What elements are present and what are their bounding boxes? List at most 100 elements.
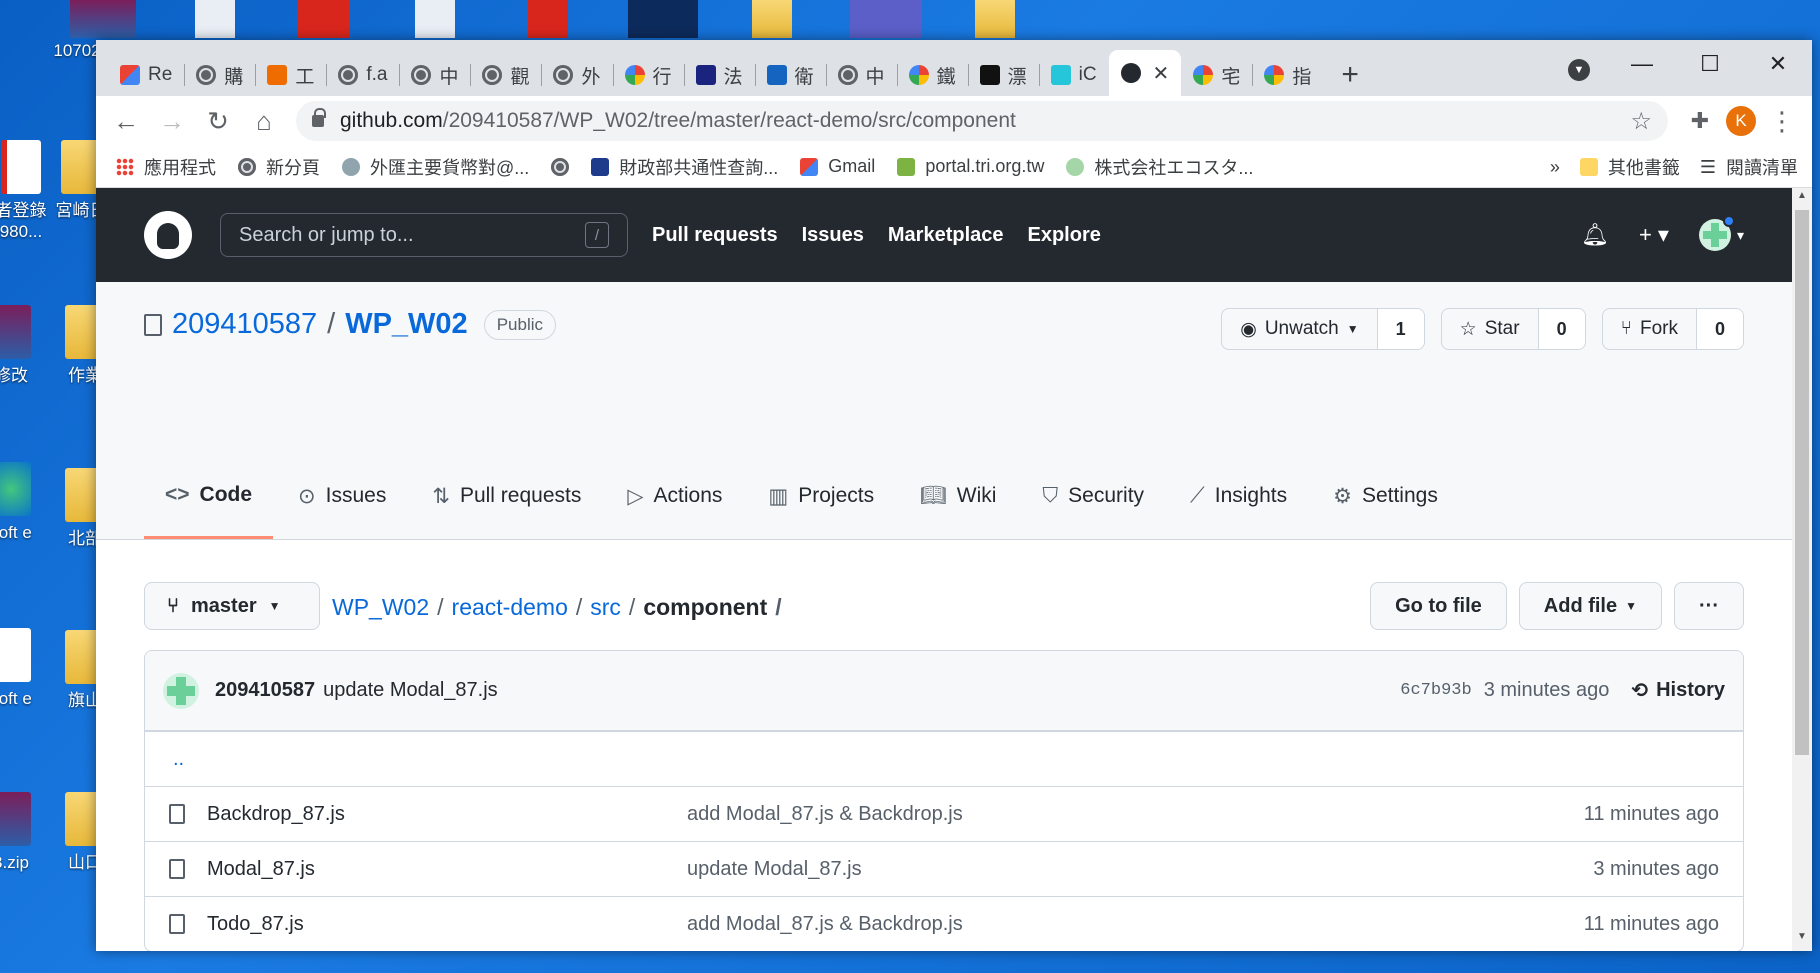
- address-bar[interactable]: github.com/209410587/WP_W02/tree/master/…: [296, 101, 1668, 141]
- commit-message[interactable]: update Modal_87.js: [323, 679, 498, 702]
- history-link[interactable]: ⟲ History: [1631, 678, 1725, 703]
- browser-tab[interactable]: 漂: [967, 54, 1039, 96]
- commit-author-avatar[interactable]: [163, 672, 199, 709]
- maximize-icon[interactable]: ☐: [1676, 46, 1744, 82]
- menu-icon[interactable]: ⋮: [1762, 101, 1802, 141]
- repo-owner-link[interactable]: 209410587: [172, 308, 317, 341]
- desktop-top-icon-folder[interactable]: [752, 0, 792, 38]
- nav-marketplace[interactable]: Marketplace: [888, 224, 1004, 247]
- notifications-bell-icon[interactable]: 🔔︎: [1581, 222, 1609, 248]
- desktop-icon[interactable]: 3.zip: [0, 792, 46, 873]
- reload-icon[interactable]: ↻: [198, 101, 238, 141]
- tab-issues[interactable]: ⊙ Issues: [277, 479, 407, 539]
- tab-search-icon[interactable]: ▼: [1568, 59, 1590, 81]
- browser-tab[interactable]: 鐵: [896, 54, 968, 96]
- watch-count[interactable]: 1: [1377, 309, 1424, 349]
- page-scrollbar[interactable]: ▲ ▼: [1792, 188, 1812, 951]
- tab-security[interactable]: ⛉ Security: [1021, 479, 1165, 539]
- tab-pull-requests[interactable]: ⇅ Pull requests: [411, 479, 602, 539]
- commit-author[interactable]: 209410587: [215, 679, 315, 702]
- close-tab-icon[interactable]: ✕: [1153, 61, 1170, 86]
- fork-count[interactable]: 0: [1696, 309, 1743, 349]
- user-menu[interactable]: ▾: [1698, 215, 1744, 251]
- create-new-icon[interactable]: + ▾: [1639, 222, 1669, 248]
- browser-tab[interactable]: 衛: [754, 54, 826, 96]
- other-bookmarks[interactable]: 其他書籤: [1579, 154, 1680, 180]
- file-commit-message[interactable]: add Modal_87.js & Backdrop.js: [687, 803, 963, 826]
- parent-directory-row[interactable]: ..: [145, 731, 1743, 786]
- branch-select-button[interactable]: ⑂ master ▼: [144, 582, 320, 630]
- minimize-icon[interactable]: —: [1608, 46, 1676, 82]
- github-logo-icon[interactable]: [144, 211, 192, 259]
- close-window-icon[interactable]: ✕: [1744, 46, 1812, 82]
- tab-code[interactable]: <> Code: [144, 479, 274, 539]
- browser-tab[interactable]: Re: [108, 54, 184, 96]
- browser-tab[interactable]: f.a: [326, 54, 399, 96]
- browser-tab[interactable]: 行: [612, 54, 684, 96]
- new-tab-button[interactable]: +: [1323, 54, 1377, 96]
- bookmark-star-icon[interactable]: ☆: [1630, 107, 1652, 136]
- file-name[interactable]: Backdrop_87.js: [207, 803, 687, 826]
- browser-tab[interactable]: 購: [184, 54, 255, 96]
- extensions-icon[interactable]: ✚: [1680, 101, 1720, 141]
- desktop-icon[interactable]: 修改: [0, 305, 46, 386]
- tab-projects[interactable]: ▥ Projects: [747, 479, 895, 539]
- desktop-top-icon-pdf[interactable]: [298, 0, 350, 38]
- tab-insights[interactable]: ⟋ Insights: [1169, 479, 1308, 539]
- browser-tab[interactable]: 指: [1252, 54, 1323, 96]
- desktop-top-icon-folder2[interactable]: [975, 0, 1015, 38]
- nav-issues[interactable]: Issues: [802, 224, 864, 247]
- browser-tab[interactable]: 法: [683, 54, 755, 96]
- add-file-button[interactable]: Add file ▼: [1518, 582, 1663, 630]
- nav-explore[interactable]: Explore: [1028, 224, 1101, 247]
- fork-button[interactable]: ⑂ Fork: [1603, 309, 1697, 349]
- bookmark-item[interactable]: portal.tri.org.tw: [897, 156, 1044, 177]
- repo-name-link[interactable]: WP_W02: [345, 308, 467, 341]
- bookmark-item[interactable]: 外匯主要貨幣對@...: [342, 154, 529, 180]
- bookmarks-overflow-icon[interactable]: »: [1550, 157, 1560, 178]
- desktop-top-icon-teams[interactable]: [850, 0, 922, 38]
- nav-pull-requests[interactable]: Pull requests: [652, 224, 778, 247]
- desktop-icon[interactable]: soft e: [0, 462, 46, 543]
- browser-tab[interactable]: 觀: [470, 54, 541, 96]
- desktop-top-icon-doc[interactable]: [528, 0, 568, 38]
- star-count[interactable]: 0: [1538, 309, 1585, 349]
- search-input[interactable]: Search or jump to... /: [220, 213, 628, 257]
- bookmark-item[interactable]: 株式会社エコスタ...: [1066, 154, 1253, 180]
- bookmark-apps[interactable]: 應用程式: [116, 154, 216, 180]
- star-button[interactable]: ☆ Star: [1442, 309, 1539, 349]
- browser-tab[interactable]: iC: [1038, 54, 1109, 96]
- tab-actions[interactable]: ▷ Actions: [606, 479, 743, 539]
- browser-tab[interactable]: 中: [399, 54, 470, 96]
- back-icon[interactable]: ←: [106, 101, 146, 141]
- tab-wiki[interactable]: 📖︎ Wiki: [899, 479, 1017, 539]
- scroll-down-icon[interactable]: ▼: [1792, 931, 1812, 949]
- profile-avatar[interactable]: K: [1726, 106, 1756, 136]
- desktop-top-icon-file2[interactable]: [415, 0, 455, 38]
- browser-tab[interactable]: 工: [255, 54, 326, 96]
- commit-sha[interactable]: 6c7b93b: [1400, 681, 1471, 700]
- browser-tab[interactable]: 宅: [1181, 54, 1252, 96]
- bookmark-item[interactable]: 新分頁: [238, 154, 320, 180]
- bookmark-item[interactable]: [551, 157, 570, 176]
- more-options-button[interactable]: ···: [1674, 582, 1744, 630]
- file-name[interactable]: Modal_87.js: [207, 858, 687, 881]
- unwatch-button[interactable]: ◉ Unwatch ▼: [1222, 309, 1378, 349]
- bookmark-item[interactable]: 財政部共通性查詢...: [591, 154, 778, 180]
- browser-tab-active[interactable]: ✕: [1108, 50, 1182, 96]
- browser-tab[interactable]: 中: [825, 54, 897, 96]
- scroll-up-icon[interactable]: ▲: [1792, 190, 1812, 208]
- desktop-top-icon-app[interactable]: [628, 0, 698, 38]
- desktop-top-icon-winrar[interactable]: [70, 0, 136, 38]
- browser-tab[interactable]: 外: [541, 54, 612, 96]
- desktop-top-icon-file[interactable]: [195, 0, 235, 38]
- breadcrumb-repo[interactable]: WP_W02: [332, 594, 429, 621]
- breadcrumb-react-demo[interactable]: react-demo: [452, 594, 568, 621]
- parent-directory-link[interactable]: ..: [173, 748, 184, 771]
- breadcrumb-src[interactable]: src: [590, 594, 621, 621]
- file-commit-message[interactable]: update Modal_87.js: [687, 858, 862, 881]
- file-name[interactable]: Todo_87.js: [207, 913, 687, 936]
- reading-list[interactable]: ☰ 閱讀清單: [1700, 154, 1798, 180]
- home-icon[interactable]: ⌂: [244, 101, 284, 141]
- desktop-icon[interactable]: soft e: [0, 628, 46, 709]
